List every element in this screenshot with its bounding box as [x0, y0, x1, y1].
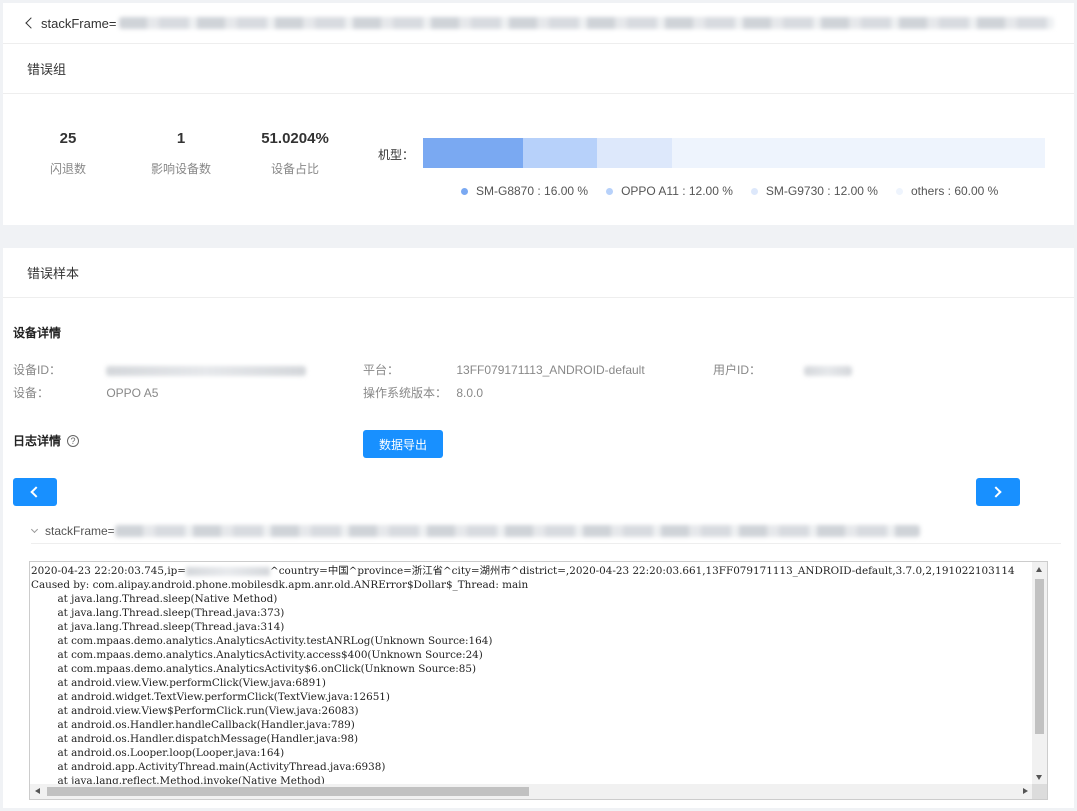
model-bar-segment[interactable] [597, 138, 672, 168]
os-version-value: 8.0.0 [456, 386, 484, 400]
log-line: at com.mpaas.demo.analytics.AnalyticsAct… [31, 663, 477, 675]
vertical-scrollbar[interactable] [1032, 562, 1047, 785]
legend-dot-icon [750, 187, 758, 195]
log-line: ^country=中国^province=浙江省^city=湖州市^distri… [270, 565, 1015, 577]
os-version-field: 操作系统版本： 8.0.0 [363, 384, 483, 401]
legend-dot-icon [461, 187, 468, 195]
top-bar: stackFrame= [3, 3, 1074, 44]
scroll-right-icon[interactable] [1023, 788, 1028, 794]
log-line: at java.lang.Thread.sleep(Thread.java:31… [31, 621, 285, 633]
scroll-left-icon[interactable] [35, 788, 40, 794]
os-version-label: 操作系统版本： [363, 386, 448, 400]
device-field: 设备： OPPO A5 [13, 384, 158, 401]
model-legend: SM-G8870 : 16.00 % OPPO A11 : 12.00 % SM-G… [461, 184, 998, 198]
horizontal-scrollbar[interactable] [30, 784, 1033, 799]
log-line: at android.os.Handler.handleCallback(Han… [31, 719, 355, 731]
error-sample-title: 错误样本 [3, 248, 1074, 298]
log-line: at android.app.ActivityThread.main(Activ… [31, 761, 386, 773]
user-id-field: 用户ID： [713, 361, 853, 378]
log-line: at android.os.Looper.loop(Looper.java:16… [31, 747, 285, 759]
stat-device-share: 51.0204% 设备占比 [230, 130, 360, 177]
legend-item[interactable]: OPPO A11 : 12.00 % [606, 184, 733, 198]
help-icon[interactable]: ? [67, 434, 80, 447]
stats-row: 25 闪退数 1 影响设备数 51.0204% 设备占比 机型： SM-G887… [3, 94, 1074, 224]
log-line: at com.mpaas.demo.analytics.AnalyticsAct… [31, 649, 483, 661]
log-details-title: 日志详情 ? [13, 432, 80, 449]
model-bar-segment[interactable] [423, 138, 523, 168]
model-distribution-bar [423, 138, 1045, 168]
legend-label: OPPO A11 : 12.00 % [621, 184, 733, 198]
legend-dot-icon [606, 187, 614, 195]
legend-item[interactable]: others : 60.00 % [895, 184, 999, 198]
redacted-user-id [804, 365, 853, 376]
device-id-field: 设备ID： [13, 361, 307, 378]
scroll-down-icon[interactable] [1036, 775, 1042, 780]
stat-affected-devices: 1 影响设备数 [116, 130, 246, 177]
error-sample-card: 错误样本 设备详情 设备ID： 设备： OPPO A5 平台： 13FF0791… [3, 248, 1074, 808]
stat-value: 25 [59, 130, 77, 147]
legend-label: SM-G9730 : 12.00 % [765, 184, 878, 198]
redacted-ip [186, 566, 270, 576]
stat-label: 影响设备数 [150, 162, 211, 176]
device-value: OPPO A5 [106, 386, 159, 400]
log-line: Caused by: com.alipay.android.phone.mobi… [31, 579, 529, 591]
stat-value: 1 [176, 130, 186, 147]
vertical-scroll-thumb[interactable] [1035, 579, 1044, 734]
log-textarea[interactable]: 2020-04-23 22:20:03.745,ip= ^country=中国^p… [29, 561, 1048, 800]
chevron-down-icon [31, 527, 39, 535]
redacted-stack-frame [118, 17, 1054, 29]
scrollbar-corner [1032, 784, 1047, 799]
model-label: 机型： [378, 148, 415, 162]
stat-crash-count: 25 闪退数 [3, 130, 133, 177]
log-line: 2020-04-23 22:20:03.745,ip= [31, 565, 186, 577]
page-title: stackFrame= [41, 15, 117, 31]
device-label: 设备： [13, 386, 50, 400]
platform-label: 平台： [363, 363, 400, 377]
user-id-label: 用户ID： [713, 363, 762, 377]
platform-field: 平台： 13FF079171113_ANDROID-default [363, 361, 645, 378]
horizontal-scroll-thumb[interactable] [47, 787, 529, 796]
stat-label: 闪退数 [49, 162, 86, 176]
legend-label: others : 60.00 % [910, 184, 999, 198]
log-content: 2020-04-23 22:20:03.745,ip= ^country=中国^p… [30, 562, 1033, 785]
log-line: at java.lang.Thread.sleep(Native Method) [31, 593, 278, 605]
previous-sample-button[interactable] [13, 478, 57, 506]
platform-value: 13FF079171113_ANDROID-default [456, 363, 645, 377]
log-line: at android.os.Handler.dispatchMessage(Ha… [31, 733, 359, 745]
model-bar-segment[interactable] [522, 138, 598, 168]
model-bar-segment[interactable] [671, 138, 1045, 168]
log-line: at android.widget.TextView.performClick(… [31, 691, 390, 703]
legend-item[interactable]: SM-G8870 : 16.00 % [461, 184, 588, 198]
stack-frame-label: stackFrame= [45, 523, 115, 538]
legend-label: SM-G8870 : 16.00 % [476, 184, 589, 198]
log-line: at com.mpaas.demo.analytics.AnalyticsAct… [31, 635, 493, 647]
error-group-title: 错误组 [3, 44, 1074, 94]
stat-label: 设备占比 [270, 162, 319, 176]
scroll-up-icon[interactable] [1036, 567, 1042, 572]
error-group-card: stackFrame= 错误组 25 闪退数 1 影响设备数 51.0204% … [3, 3, 1074, 225]
log-line: at android.view.View$PerformClick.run(Vi… [31, 705, 359, 717]
stack-frame-toggle[interactable]: stackFrame= [31, 518, 1061, 544]
back-chevron-icon[interactable] [23, 16, 37, 30]
export-data-button[interactable]: 数据导出 [363, 430, 443, 458]
log-line: at java.lang.Thread.sleep(Thread.java:37… [31, 607, 285, 619]
device-details-title: 设备详情 [13, 326, 62, 340]
redacted-stack-frame [114, 524, 920, 537]
redacted-device-id [106, 365, 307, 376]
legend-dot-icon [895, 187, 903, 195]
stat-value: 51.0204% [261, 130, 329, 147]
log-details-label: 日志详情 [13, 434, 62, 448]
log-line: at android.view.View.performClick(View.j… [31, 677, 326, 689]
legend-item[interactable]: SM-G9730 : 12.00 % [750, 184, 878, 198]
device-id-label: 设备ID： [13, 363, 62, 377]
next-sample-button[interactable] [976, 478, 1020, 506]
